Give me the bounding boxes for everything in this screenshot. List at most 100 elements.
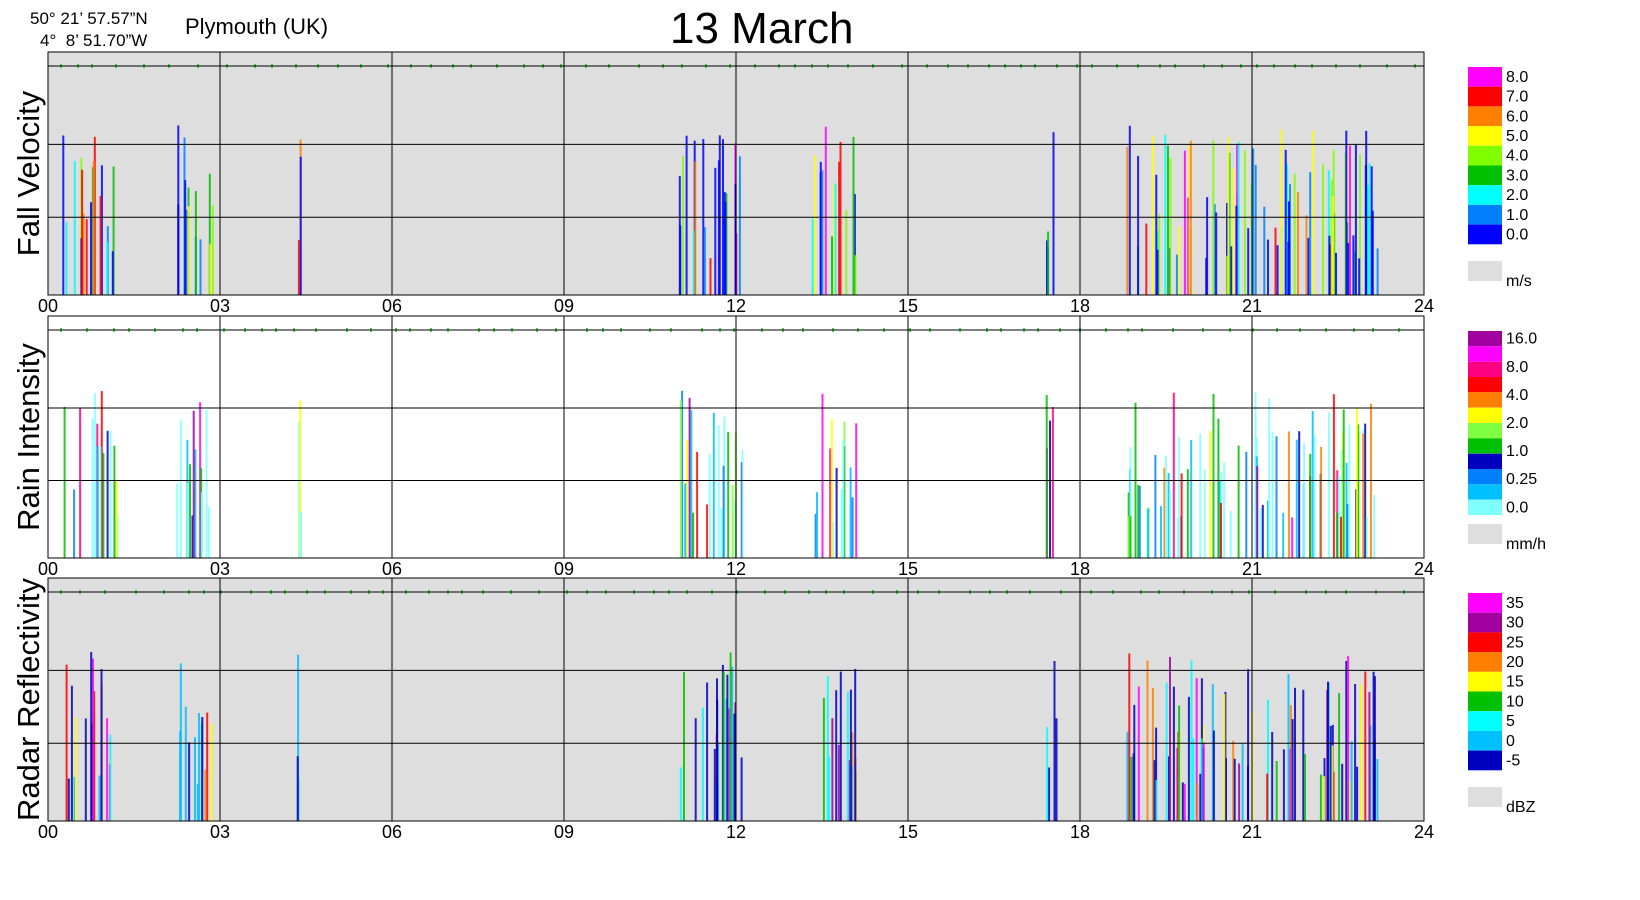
data-mark [1368,163,1371,295]
data-mark [1345,661,1348,821]
data-mark [731,485,734,558]
colorbar-swatch [1468,632,1502,653]
data-mark [1196,783,1199,821]
data-mark [70,685,73,821]
data-mark [1181,782,1184,821]
colorbar-swatch [1468,423,1502,439]
x-tick-label: 18 [1070,296,1090,316]
data-mark [113,445,116,558]
colorbar-swatch [1468,612,1502,633]
colorbar-label: 6.0 [1506,108,1528,125]
data-mark [694,718,697,821]
data-mark [1291,517,1294,558]
data-mark [830,419,833,558]
data-mark [1331,196,1334,295]
data-mark [1178,705,1181,821]
colorbar-swatch [1468,652,1502,672]
data-mark [1190,440,1193,558]
data-mark [1152,136,1155,295]
colorbar-nodata-swatch [1468,787,1502,807]
data-mark [1209,430,1212,558]
data-mark [849,689,852,821]
data-mark [1287,674,1290,821]
x-tick-label: 06 [382,822,402,842]
data-mark [1364,423,1367,558]
data-mark [1203,469,1206,558]
data-mark [733,713,736,821]
data-mark [1241,744,1244,821]
data-mark [713,749,716,821]
colorbar-label: 2.0 [1506,187,1528,204]
data-mark [712,412,715,558]
data-mark [1267,239,1269,295]
data-mark [106,430,109,558]
data-mark [187,206,190,295]
data-mark [1177,436,1180,558]
y-axis-label: Fall Velocity [11,90,46,256]
colorbar-swatch [1468,126,1502,146]
data-mark [678,176,681,295]
data-mark [1129,516,1132,558]
data-mark [1365,130,1368,295]
data-mark [100,669,103,821]
x-tick-label: 15 [898,559,918,579]
x-tick-label: 09 [554,822,574,842]
data-mark [296,756,299,821]
x-tick-label: 03 [210,559,230,579]
data-mark [1130,756,1133,821]
x-tick-label: 12 [726,822,746,842]
data-mark [1199,433,1202,558]
data-mark [176,483,179,558]
y-axis-label: Rain Intensity [11,343,46,531]
data-mark [1190,660,1193,821]
data-mark [834,183,837,295]
x-axis: 00 03 06 09 12 15 18 21 24 [38,559,1434,579]
data-mark [207,506,210,558]
data-mark [1247,228,1250,295]
data-mark [194,191,197,295]
colorbar-label: 8.0 [1506,359,1528,376]
data-mark [1137,155,1140,295]
data-mark [1313,435,1316,558]
data-mark [1307,237,1310,295]
data-mark [1350,741,1353,821]
colorbar-swatch [1468,224,1502,245]
data-mark [838,161,841,295]
data-mark [1280,129,1283,295]
data-mark [1293,174,1296,295]
data-mark [300,512,302,558]
x-tick-label: 06 [382,559,402,579]
data-mark [1235,205,1238,295]
colorbar-swatch [1468,671,1502,692]
data-mark [1360,684,1362,821]
data-mark [1165,682,1168,821]
data-mark [826,676,829,821]
data-mark [1128,653,1131,821]
data-mark [717,425,720,558]
data-mark [839,671,842,821]
data-mark [1282,749,1285,821]
data-mark [692,512,694,558]
colorbar-label: 25 [1506,634,1524,651]
data-mark [1233,758,1236,821]
data-mark [92,658,94,821]
data-mark [1132,753,1135,821]
colorbar-swatch [1468,346,1502,362]
colorbar-swatch [1468,185,1502,205]
data-mark [1341,763,1344,821]
data-mark [854,668,857,821]
y-axis-label: Radar Reflectivity [11,578,46,821]
data-mark [200,492,203,558]
colorbar-label: 0 [1506,733,1515,750]
data-mark [1365,516,1368,558]
data-mark [91,418,94,558]
x-tick-label: 09 [554,559,574,579]
data-mark [90,652,93,821]
chart-canvas: 00 03 06 09 12 15 18 21 24 Fall Velocity 8.0 7.0 6.0… [11,51,1546,842]
colorbar-swatch [1468,165,1502,186]
data-mark [1167,145,1169,295]
data-mark [821,393,824,558]
data-mark [811,218,814,295]
x-tick-label: 12 [726,559,746,579]
data-mark [1372,671,1375,821]
